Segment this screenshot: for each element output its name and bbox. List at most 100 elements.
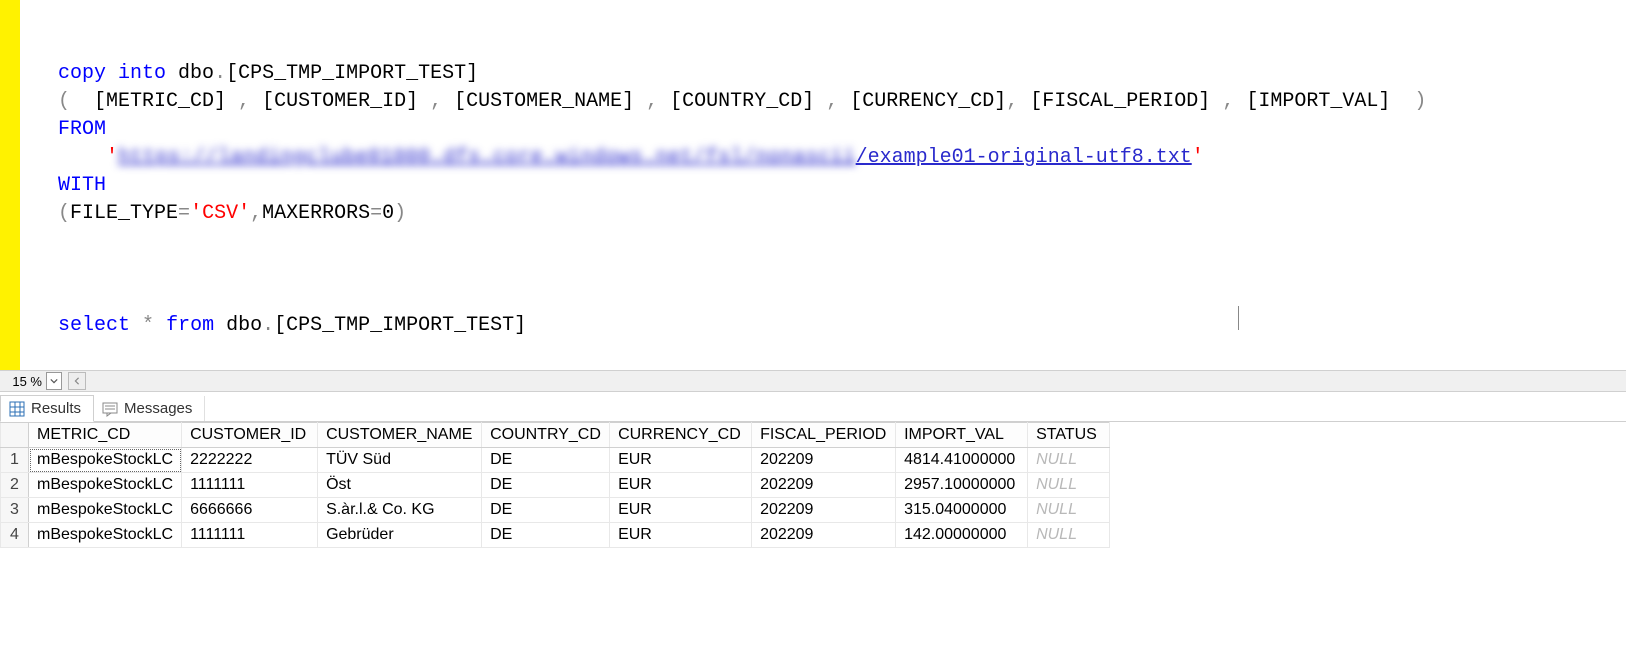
grid-cell[interactable]: EUR — [610, 448, 752, 473]
col-header-custname[interactable]: CUSTOMER_NAME — [318, 423, 482, 448]
indent — [58, 146, 106, 169]
comma: , — [1006, 90, 1018, 113]
table-row[interactable]: 4mBespokeStockLC1111111GebrüderDEEUR2022… — [1, 523, 1110, 548]
grid-cell[interactable]: EUR — [610, 523, 752, 548]
op-eq: = — [370, 202, 382, 225]
op-eq: = — [178, 202, 190, 225]
op-dot: . — [214, 62, 226, 85]
ident-dbo: dbo — [166, 62, 214, 85]
grid-cell[interactable]: NULL — [1028, 498, 1110, 523]
grid-cell[interactable]: 1111111 — [182, 473, 318, 498]
opt-file-type: FILE_TYPE — [70, 202, 178, 225]
paren-open: ( — [58, 90, 70, 113]
grid-cell[interactable]: NULL — [1028, 473, 1110, 498]
ident-dbo2: dbo — [214, 314, 262, 337]
kw-into: into — [118, 62, 166, 85]
grid-cell[interactable]: 202209 — [752, 498, 896, 523]
grid-header-row: METRIC_CD CUSTOMER_ID CUSTOMER_NAME COUN… — [1, 423, 1110, 448]
paren-close: ) — [394, 202, 406, 225]
grid-cell[interactable]: 1111111 — [182, 523, 318, 548]
table-row[interactable]: 1mBespokeStockLC2222222TÜV SüdDEEUR20220… — [1, 448, 1110, 473]
op-star: * — [142, 314, 154, 337]
col-custname: [CUSTOMER_NAME] — [442, 90, 646, 113]
space — [106, 62, 118, 85]
text-caret — [1238, 306, 1239, 330]
opt-maxerrors: MAXERRORS — [262, 202, 370, 225]
grid-cell[interactable]: Gebrüder — [318, 523, 482, 548]
grid-cell[interactable]: mBespokeStockLC — [29, 448, 182, 473]
kw-from-2: from — [166, 314, 214, 337]
grid-cell[interactable]: mBespokeStockLC — [29, 523, 182, 548]
tab-results-label: Results — [31, 400, 81, 417]
col-header-currency[interactable]: CURRENCY_CD — [610, 423, 752, 448]
col-header-import[interactable]: IMPORT_VAL — [896, 423, 1028, 448]
grid-cell[interactable]: 142.00000000 — [896, 523, 1028, 548]
grid-cell[interactable]: NULL — [1028, 448, 1110, 473]
grid-cell[interactable]: 2957.10000000 — [896, 473, 1028, 498]
url-visible[interactable]: /example01-original-utf8.txt — [856, 146, 1192, 169]
col-header-metric[interactable]: METRIC_CD — [29, 423, 182, 448]
grid-corner — [1, 423, 29, 448]
op-dot: . — [262, 314, 274, 337]
str-csv: 'CSV' — [190, 202, 250, 225]
sql-editor-pane: copy into dbo.[CPS_TMP_IMPORT_TEST] ( [M… — [0, 0, 1626, 370]
col-import: [IMPORT_VAL] — [1234, 90, 1414, 113]
kw-with: WITH — [58, 174, 106, 197]
results-tabstrip: Results Messages — [0, 392, 1626, 422]
col-header-status[interactable]: STATUS — [1028, 423, 1110, 448]
grid-cell[interactable]: DE — [482, 473, 610, 498]
space — [154, 314, 166, 337]
row-header[interactable]: 3 — [1, 498, 29, 523]
tab-results[interactable]: Results — [0, 395, 94, 422]
col-header-country[interactable]: COUNTRY_CD — [482, 423, 610, 448]
grid-cell[interactable]: DE — [482, 523, 610, 548]
kw-from: FROM — [58, 118, 106, 141]
editor-status-bar — [0, 370, 1626, 392]
grid-cell[interactable]: 4814.41000000 — [896, 448, 1028, 473]
comma: , — [250, 202, 262, 225]
grid-cell[interactable]: EUR — [610, 473, 752, 498]
grid-cell[interactable]: 202209 — [752, 473, 896, 498]
paren-open: ( — [58, 202, 70, 225]
table-row[interactable]: 2mBespokeStockLC1111111ÖstDEEUR202209295… — [1, 473, 1110, 498]
comma: , — [1222, 90, 1234, 113]
col-currency: [CURRENCY_CD] — [838, 90, 1006, 113]
space — [130, 314, 142, 337]
grid-cell[interactable]: mBespokeStockLC — [29, 498, 182, 523]
row-header[interactable]: 1 — [1, 448, 29, 473]
comma: , — [238, 90, 250, 113]
grid-cell[interactable]: EUR — [610, 498, 752, 523]
url-blurred[interactable]: https://landingclube01000.dfs.core.windo… — [118, 146, 856, 169]
sql-editor[interactable]: copy into dbo.[CPS_TMP_IMPORT_TEST] ( [M… — [58, 0, 1626, 370]
col-custid: [CUSTOMER_ID] — [250, 90, 430, 113]
col-fiscal: [FISCAL_PERIOD] — [1018, 90, 1222, 113]
table-row[interactable]: 3mBespokeStockLC6666666S.àr.l.& Co. KGDE… — [1, 498, 1110, 523]
row-header[interactable]: 2 — [1, 473, 29, 498]
grid-cell[interactable]: 202209 — [752, 523, 896, 548]
grid-cell[interactable]: 202209 — [752, 448, 896, 473]
grid-cell[interactable]: TÜV Süd — [318, 448, 482, 473]
col-header-fiscal[interactable]: FISCAL_PERIOD — [752, 423, 896, 448]
comma: , — [430, 90, 442, 113]
results-grid[interactable]: METRIC_CD CUSTOMER_ID CUSTOMER_NAME COUN… — [0, 422, 1110, 548]
str-quote: ' — [106, 146, 118, 169]
row-header[interactable]: 4 — [1, 523, 29, 548]
grid-cell[interactable]: 2222222 — [182, 448, 318, 473]
comma: , — [826, 90, 838, 113]
grid-cell[interactable]: DE — [482, 448, 610, 473]
messages-icon — [102, 401, 118, 417]
grid-cell[interactable]: DE — [482, 498, 610, 523]
grid-cell[interactable]: NULL — [1028, 523, 1110, 548]
editor-left-margin — [20, 0, 58, 370]
chevron-down-icon — [50, 377, 58, 385]
grid-cell[interactable]: Öst — [318, 473, 482, 498]
tab-messages[interactable]: Messages — [94, 396, 205, 421]
grid-cell[interactable]: mBespokeStockLC — [29, 473, 182, 498]
zoom-field[interactable] — [0, 371, 44, 391]
grid-cell[interactable]: S.àr.l.& Co. KG — [318, 498, 482, 523]
grid-cell[interactable]: 315.04000000 — [896, 498, 1028, 523]
col-header-custid[interactable]: CUSTOMER_ID — [182, 423, 318, 448]
str-quote: ' — [1192, 146, 1204, 169]
ident-table2: [CPS_TMP_IMPORT_TEST] — [274, 314, 526, 337]
grid-cell[interactable]: 6666666 — [182, 498, 318, 523]
